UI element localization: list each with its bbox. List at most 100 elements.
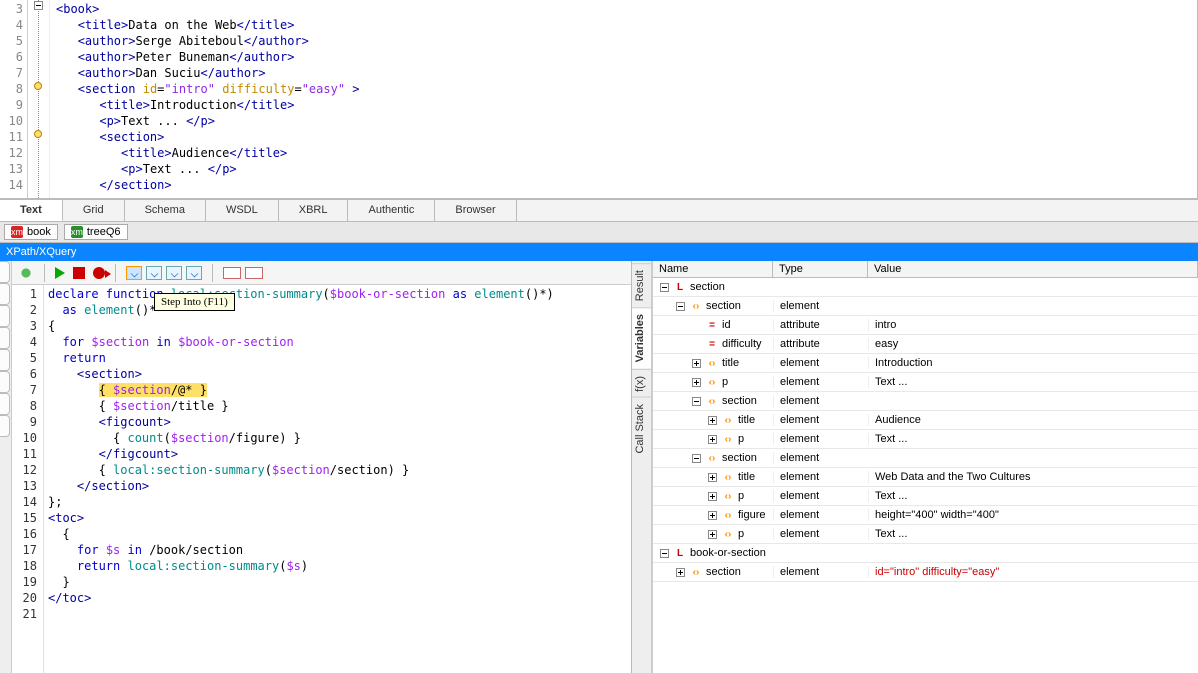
tree-node-name: section [690, 281, 725, 293]
tree-row[interactable]: section element id="intro" difficulty="e… [653, 563, 1198, 582]
expand-toggle-icon[interactable] [708, 435, 717, 444]
tree-row[interactable]: difficulty attribute easy [653, 335, 1198, 354]
element-icon [705, 452, 719, 464]
tree-row[interactable]: id attribute intro [653, 316, 1198, 335]
side-tab-fx[interactable]: f(x) [632, 369, 651, 398]
fold-toggle-icon[interactable] [34, 82, 42, 90]
side-tab-result[interactable]: Result [632, 263, 651, 307]
expand-toggle-icon[interactable] [676, 568, 685, 577]
element-icon [721, 490, 735, 502]
side-tab-strip: ResultVariablesf(x)Call Stack [632, 261, 652, 673]
tree-row[interactable]: section element [653, 297, 1198, 316]
file-icon: xm [11, 226, 23, 238]
view-tab-wsdl[interactable]: WSDL [206, 200, 279, 221]
tree-row[interactable]: figure element height="400" width="400" [653, 506, 1198, 525]
expand-toggle-icon[interactable] [692, 454, 701, 463]
expand-toggle-icon[interactable] [708, 530, 717, 539]
tree-row[interactable]: p element Text ... [653, 487, 1198, 506]
fold-toggle-icon[interactable] [34, 130, 42, 138]
tree-node-name: id [722, 319, 731, 331]
step-out-button[interactable] [166, 266, 182, 280]
column-header-value[interactable]: Value [868, 261, 1198, 277]
side-tab-callstack[interactable]: Call Stack [632, 397, 651, 460]
view-tab-text[interactable]: Text [0, 200, 63, 221]
local-var-icon: L [673, 281, 687, 293]
tree-node-type: element [773, 452, 868, 464]
tree-node-type: element [773, 433, 868, 445]
tree-row[interactable]: p element Text ... [653, 373, 1198, 392]
tree-node-name: difficulty [722, 338, 762, 350]
left-margin-tabs[interactable] [0, 261, 12, 673]
tree-row[interactable]: title element Audience [653, 411, 1198, 430]
fold-toggle-icon[interactable] [34, 1, 43, 10]
tree-row[interactable]: title element Web Data and the Two Cultu… [653, 468, 1198, 487]
tree-node-name: title [738, 471, 755, 483]
view-tab-schema[interactable]: Schema [125, 200, 206, 221]
tree-node-name: figure [738, 509, 766, 521]
column-header-type[interactable]: Type [773, 261, 868, 277]
expand-toggle-icon[interactable] [708, 492, 717, 501]
view-tab-authentic[interactable]: Authentic [348, 200, 435, 221]
tree-node-name: p [722, 376, 728, 388]
tree-node-type: element [773, 490, 868, 502]
tree-node-value: intro [868, 319, 1198, 331]
stop-button[interactable] [73, 267, 85, 279]
file-tab-book[interactable]: xmbook [4, 224, 58, 240]
tree-node-type: element [773, 471, 868, 483]
tree-row[interactable]: section element [653, 449, 1198, 468]
view-tab-grid[interactable]: Grid [63, 200, 125, 221]
tree-node-type: element [773, 300, 868, 312]
expand-toggle-icon[interactable] [692, 359, 701, 368]
xquery-editor[interactable]: 123456789101112131415161718192021 declar… [12, 285, 631, 673]
step-into-button[interactable] [126, 266, 142, 280]
run-button[interactable] [55, 267, 65, 279]
variables-panel: Name Type Value Lsection section element… [652, 261, 1198, 673]
attribute-icon [705, 319, 719, 331]
side-tab-variables[interactable]: Variables [632, 307, 651, 368]
tree-node-value: Web Data and the Two Cultures [868, 471, 1198, 483]
expand-toggle-icon[interactable] [708, 416, 717, 425]
file-icon: xm [71, 226, 83, 238]
expand-toggle-icon[interactable] [692, 397, 701, 406]
expand-toggle-icon[interactable] [660, 549, 669, 558]
tree-row[interactable]: section element [653, 392, 1198, 411]
debug-icon[interactable] [18, 265, 34, 281]
tree-node-name: section [722, 395, 757, 407]
editor-gutter: 34567891011121314 [0, 0, 28, 198]
watch-button[interactable] [245, 267, 263, 279]
record-button[interactable] [93, 267, 105, 279]
tree-body[interactable]: Lsection section element id attribute in… [653, 278, 1198, 673]
watch-button[interactable] [223, 267, 241, 279]
expand-toggle-icon[interactable] [692, 378, 701, 387]
expand-toggle-icon[interactable] [676, 302, 685, 311]
expand-toggle-icon[interactable] [708, 473, 717, 482]
tree-row[interactable]: title element Introduction [653, 354, 1198, 373]
element-icon [721, 528, 735, 540]
element-icon [721, 414, 735, 426]
tree-row[interactable]: Lsection [653, 278, 1198, 297]
column-header-name[interactable]: Name [653, 261, 773, 277]
tree-node-type: attribute [773, 338, 868, 350]
view-tab-browser[interactable]: Browser [435, 200, 516, 221]
tree-node-type: element [773, 509, 868, 521]
file-tabs: xmbook xmtreeQ6 [0, 221, 1198, 243]
tree-row[interactable]: p element Text ... [653, 430, 1198, 449]
tree-node-name: title [722, 357, 739, 369]
file-tab-treeQ6[interactable]: xmtreeQ6 [64, 224, 128, 240]
expand-toggle-icon[interactable] [708, 511, 717, 520]
step-button[interactable] [186, 266, 202, 280]
expand-toggle-icon[interactable] [660, 283, 669, 292]
editor-code[interactable]: <book> <title>Data on the Web</title> <a… [50, 0, 1197, 198]
step-over-button[interactable] [146, 266, 162, 280]
tree-node-value: Introduction [868, 357, 1198, 369]
fold-column[interactable] [28, 0, 50, 198]
tree-node-type: attribute [773, 319, 868, 331]
xquery-code[interactable]: declare function local:section-summary($… [44, 285, 631, 673]
tree-node-value: Audience [868, 414, 1198, 426]
tree-row[interactable]: Lbook-or-section [653, 544, 1198, 563]
panel-title: XPath/XQuery [0, 243, 1198, 261]
view-tab-xbrl[interactable]: XBRL [279, 200, 349, 221]
local-var-icon: L [673, 547, 687, 559]
tree-node-type: element [773, 414, 868, 426]
tree-row[interactable]: p element Text ... [653, 525, 1198, 544]
